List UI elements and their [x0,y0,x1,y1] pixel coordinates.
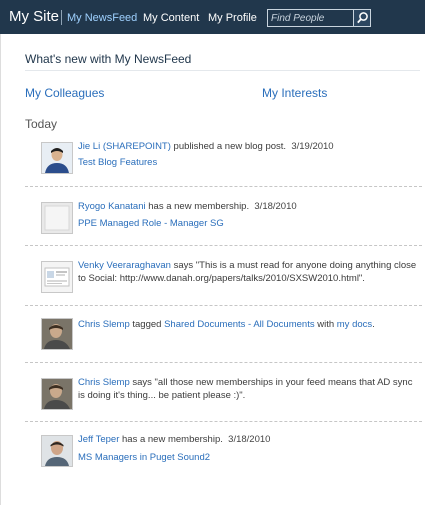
feed-text: Jie Li (SHAREPOINT) published a new blog… [78,140,418,153]
feed-text: Chris Slemp says "all those new membersh… [78,376,418,402]
user-photo-icon [42,436,72,466]
nav-link-my-content[interactable]: My Content [143,12,199,24]
feed-actor-link[interactable]: Venky Veeraraghavan [78,260,171,271]
page-edge [0,34,1,505]
top-navigation-bar: My Site My NewsFeed My Content My Profil… [0,0,425,34]
avatar[interactable] [41,378,73,410]
feed-item: Ryogo Kanatani has a new membership. 3/1… [25,200,422,260]
search-input[interactable] [268,10,353,26]
feed-item: Jie Li (SHAREPOINT) published a new blog… [25,140,422,200]
feed-target-link[interactable]: Shared Documents - All Documents [164,319,314,330]
feed-item-link[interactable]: MS Managers in Puget Sound2 [78,451,418,464]
feed-action-text: tagged [129,319,165,330]
default-user-icon [42,203,72,233]
feed-item: Chris Slemp tagged Shared Documents - Al… [25,316,422,376]
feed-item: Venky Veeraraghavan says "This is a must… [25,259,422,319]
feed-action-text: published a new blog post. [170,141,287,152]
avatar[interactable] [41,318,73,350]
section-heading-today: Today [25,117,58,131]
feed-divider [25,362,422,363]
business-card-icon [42,262,72,292]
feed-item: Jeff Teper has a new membership. 3/18/20… [25,433,422,493]
feed-text: Chris Slemp tagged Shared Documents - Al… [78,318,418,331]
feed-item-link[interactable]: Test Blog Features [78,156,418,169]
feed-action-text: has a new membership. [119,434,223,445]
feed-actor-link[interactable]: Chris Slemp [78,377,130,388]
avatar[interactable] [41,261,73,293]
feed-item: Chris Slemp says "all those new membersh… [25,376,422,436]
feed-actor-link[interactable]: Ryogo Kanatani [78,201,146,212]
avatar[interactable] [41,202,73,234]
feed-date: 3/18/2010 [228,434,271,445]
avatar[interactable] [41,435,73,467]
feed-actor-link[interactable]: Jeff Teper [78,434,119,445]
feed-date: 3/18/2010 [254,201,297,212]
feed-action-text: has a new membership. [145,201,250,212]
feed-action-text: with [314,319,337,330]
nav-link-my-newsfeed[interactable]: My NewsFeed [67,12,137,24]
user-photo-icon [42,143,72,173]
page-title: What's new with My NewsFeed [25,52,192,66]
feed-date: 3/19/2010 [291,141,334,152]
feed-text: Ryogo Kanatani has a new membership. 3/1… [78,200,418,213]
my-colleagues-link[interactable]: My Colleagues [25,86,104,100]
feed-divider [25,186,422,187]
feed-divider [25,305,422,306]
feed-text: Venky Veeraraghavan says "This is a must… [78,259,418,285]
feed-text: Jeff Teper has a new membership. 3/18/20… [78,433,418,446]
user-photo-icon [42,319,72,349]
feed-actor-link[interactable]: Jie Li (SHAREPOINT) [78,141,171,152]
nav-divider [61,10,62,25]
feed-divider [25,245,422,246]
heading-divider [25,70,420,71]
avatar[interactable] [41,142,73,174]
my-interests-link[interactable]: My Interests [262,86,327,100]
feed-item-link[interactable]: PPE Managed Role - Manager SG [78,217,418,230]
feed-tag-link[interactable]: my docs [337,319,372,330]
feed-divider [25,421,422,422]
site-title[interactable]: My Site [9,8,59,25]
nav-link-my-profile[interactable]: My Profile [208,12,257,24]
people-search [267,9,371,27]
feed-actor-link[interactable]: Chris Slemp [78,319,130,330]
search-button[interactable] [353,10,370,26]
user-photo-icon [42,379,72,409]
search-icon [357,12,368,24]
feed-end-text: . [372,319,375,330]
